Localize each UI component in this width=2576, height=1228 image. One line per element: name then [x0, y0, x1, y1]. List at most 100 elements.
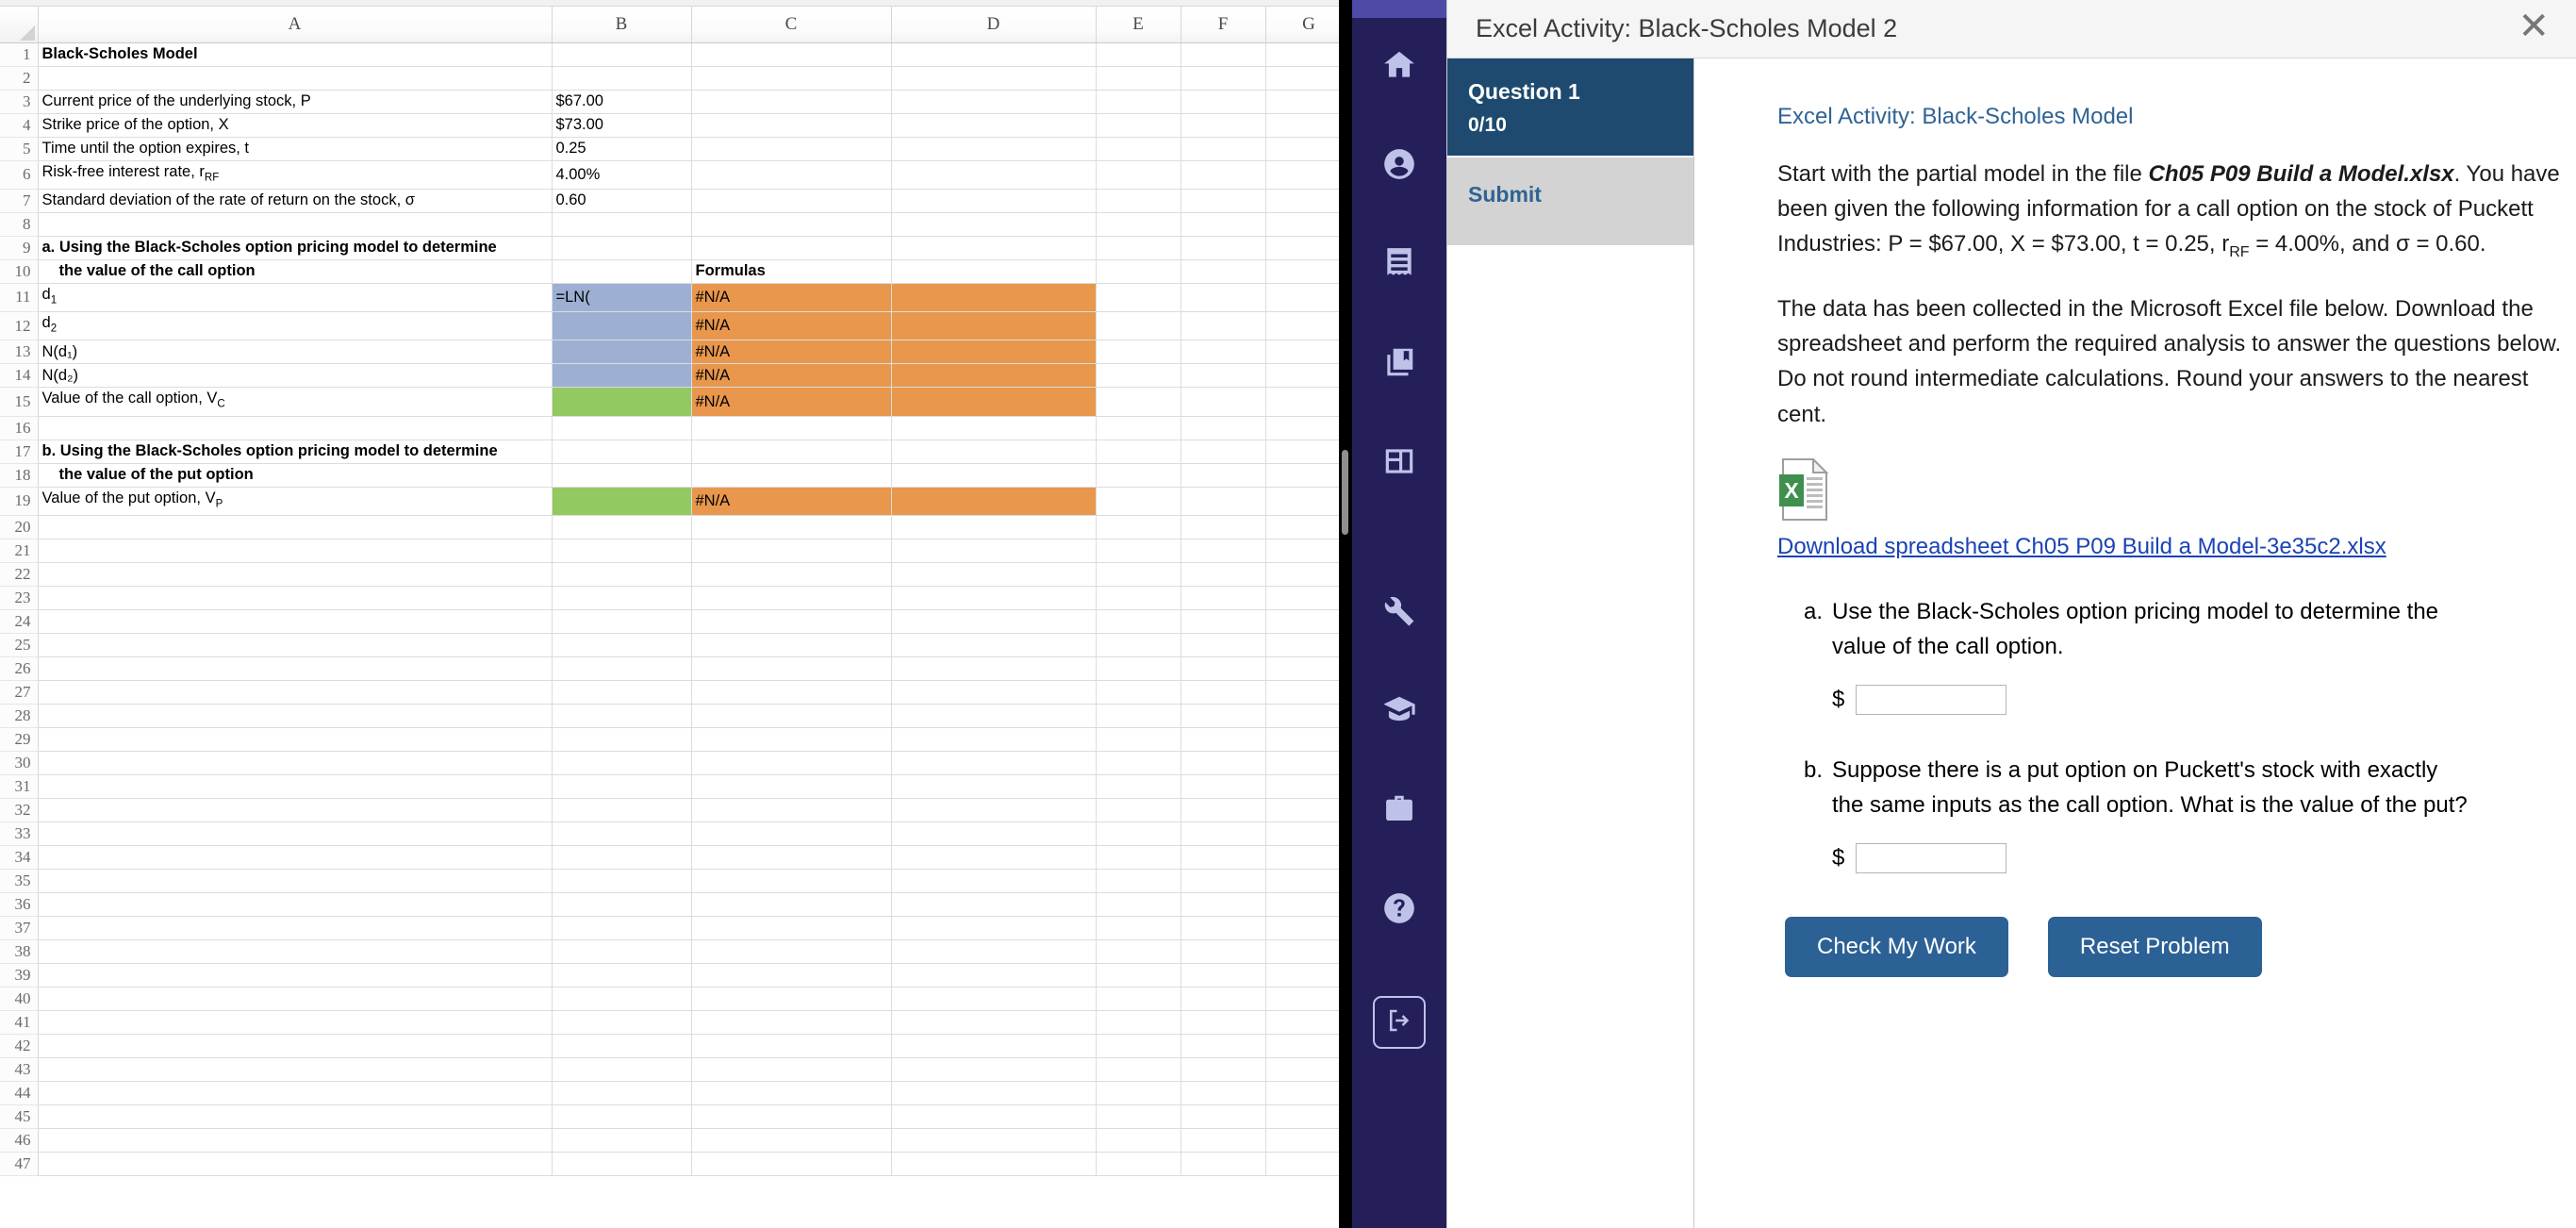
cell-E4[interactable]: [1096, 113, 1181, 138]
cell-B20[interactable]: [552, 515, 692, 539]
row-header-30[interactable]: 30: [0, 751, 39, 775]
cell-A15[interactable]: Value of the call option, VC: [38, 387, 553, 417]
cell-A44[interactable]: [38, 1081, 553, 1105]
cell-A2[interactable]: [38, 66, 553, 91]
cell-A22[interactable]: [38, 562, 553, 587]
cell-E47[interactable]: [1096, 1152, 1181, 1176]
row-header-33[interactable]: 33: [0, 821, 39, 846]
cell-E35[interactable]: [1096, 869, 1181, 893]
cell-A32[interactable]: [38, 798, 553, 822]
cell-C19[interactable]: #N/A: [691, 487, 892, 516]
cell-D42[interactable]: [891, 1034, 1097, 1058]
cell-E22[interactable]: [1096, 562, 1181, 587]
cell-F23[interactable]: [1181, 586, 1266, 610]
cell-F8[interactable]: [1181, 212, 1266, 237]
cell-B24[interactable]: [552, 609, 692, 634]
cell-E34[interactable]: [1096, 845, 1181, 870]
cell-D15[interactable]: [891, 387, 1097, 417]
cell-E17[interactable]: [1096, 440, 1181, 464]
cell-D14[interactable]: [891, 363, 1097, 389]
sidebar-item-assignments[interactable]: [1352, 216, 1446, 315]
cell-A9[interactable]: a. Using the Black-Scholes option pricin…: [38, 236, 553, 260]
cell-B18[interactable]: [552, 463, 692, 488]
cell-C26[interactable]: [691, 656, 892, 681]
cell-B21[interactable]: [552, 539, 692, 563]
row-header-8[interactable]: 8: [0, 212, 39, 237]
cell-E19[interactable]: [1096, 487, 1181, 516]
cell-C32[interactable]: [691, 798, 892, 822]
sidebar-item-account[interactable]: [1352, 117, 1446, 216]
sidebar-item-career[interactable]: [1352, 762, 1446, 861]
cell-A11[interactable]: d1: [38, 283, 553, 313]
scrollbar-thumb[interactable]: [1342, 450, 1348, 535]
cell-A18[interactable]: the value of the put option: [38, 463, 553, 488]
cell-F6[interactable]: [1181, 160, 1266, 190]
cell-B22[interactable]: [552, 562, 692, 587]
row-header-7[interactable]: 7: [0, 189, 39, 213]
cell-E7[interactable]: [1096, 189, 1181, 213]
row-header-25[interactable]: 25: [0, 633, 39, 657]
cell-E44[interactable]: [1096, 1081, 1181, 1105]
cell-F10[interactable]: [1181, 259, 1266, 284]
cell-D31[interactable]: [891, 774, 1097, 799]
cell-D38[interactable]: [891, 939, 1097, 964]
cell-A38[interactable]: [38, 939, 553, 964]
column-header-a[interactable]: A: [38, 7, 553, 43]
cell-E5[interactable]: [1096, 137, 1181, 161]
cell-C30[interactable]: [691, 751, 892, 775]
cell-D23[interactable]: [891, 586, 1097, 610]
cell-C27[interactable]: [691, 680, 892, 705]
cell-B12[interactable]: [552, 311, 692, 341]
row-header-35[interactable]: 35: [0, 869, 39, 893]
cell-F22[interactable]: [1181, 562, 1266, 587]
cell-D20[interactable]: [891, 515, 1097, 539]
cell-D7[interactable]: [891, 189, 1097, 213]
cell-C45[interactable]: [691, 1104, 892, 1129]
column-header-d[interactable]: D: [891, 7, 1097, 43]
cell-E3[interactable]: [1096, 90, 1181, 114]
cell-C33[interactable]: [691, 821, 892, 846]
cell-A43[interactable]: [38, 1057, 553, 1082]
cell-C4[interactable]: [691, 113, 892, 138]
row-header-31[interactable]: 31: [0, 774, 39, 799]
cell-E39[interactable]: [1096, 963, 1181, 987]
cell-D26[interactable]: [891, 656, 1097, 681]
cell-B44[interactable]: [552, 1081, 692, 1105]
cell-C20[interactable]: [691, 515, 892, 539]
cell-D35[interactable]: [891, 869, 1097, 893]
sidebar-item-dashboard[interactable]: [1352, 414, 1446, 513]
cell-E36[interactable]: [1096, 892, 1181, 917]
cell-C35[interactable]: [691, 869, 892, 893]
cell-F38[interactable]: [1181, 939, 1266, 964]
cell-E14[interactable]: [1096, 363, 1181, 389]
cell-C37[interactable]: [691, 916, 892, 940]
cell-C15[interactable]: #N/A: [691, 387, 892, 417]
cell-A47[interactable]: [38, 1152, 553, 1176]
cell-C12[interactable]: #N/A: [691, 311, 892, 341]
cell-E40[interactable]: [1096, 987, 1181, 1011]
cell-B38[interactable]: [552, 939, 692, 964]
cell-A17[interactable]: b. Using the Black-Scholes option pricin…: [38, 440, 553, 464]
cell-F28[interactable]: [1181, 704, 1266, 728]
cell-B32[interactable]: [552, 798, 692, 822]
cell-A30[interactable]: [38, 751, 553, 775]
column-header-b[interactable]: B: [552, 7, 692, 43]
cell-E42[interactable]: [1096, 1034, 1181, 1058]
cell-F5[interactable]: [1181, 137, 1266, 161]
cell-A45[interactable]: [38, 1104, 553, 1129]
cell-F46[interactable]: [1181, 1128, 1266, 1153]
cell-D18[interactable]: [891, 463, 1097, 488]
cell-F17[interactable]: [1181, 440, 1266, 464]
cell-E2[interactable]: [1096, 66, 1181, 91]
cell-D9[interactable]: [891, 236, 1097, 260]
cell-A25[interactable]: [38, 633, 553, 657]
cell-D11[interactable]: [891, 283, 1097, 313]
cell-E23[interactable]: [1096, 586, 1181, 610]
cell-D30[interactable]: [891, 751, 1097, 775]
cell-B46[interactable]: [552, 1128, 692, 1153]
cell-C39[interactable]: [691, 963, 892, 987]
cell-A4[interactable]: Strike price of the option, X: [38, 113, 553, 138]
cell-F11[interactable]: [1181, 283, 1266, 313]
cell-C9[interactable]: [691, 236, 892, 260]
cell-C29[interactable]: [691, 727, 892, 752]
